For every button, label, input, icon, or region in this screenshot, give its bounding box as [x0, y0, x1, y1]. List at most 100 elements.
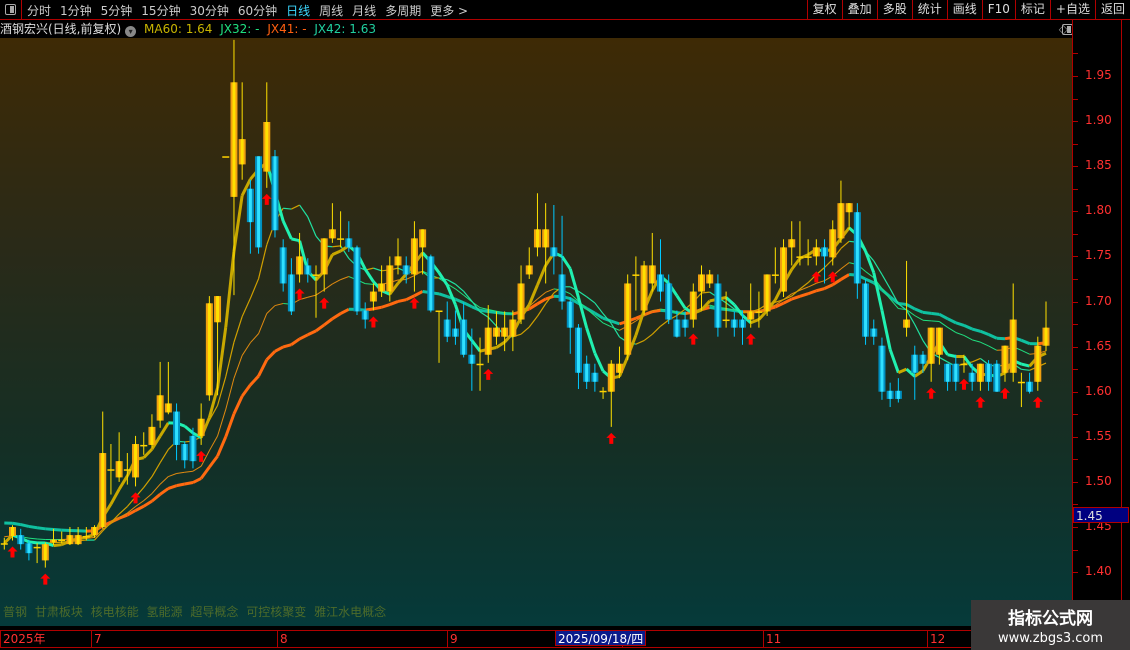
candle-body-highlight: [330, 229, 334, 239]
price-tick: [1073, 436, 1078, 438]
jx32-line: [791, 288, 801, 297]
tab-5min[interactable]: 5分钟: [101, 2, 133, 19]
ma-short-line: [109, 488, 121, 505]
candle-body-highlight: [347, 238, 351, 248]
time-label-jul: 7: [91, 631, 102, 647]
ma-long-line: [45, 527, 54, 532]
candle-body-highlight: [864, 283, 868, 337]
jx41-line: [307, 294, 317, 298]
candle-body-highlight: [782, 247, 786, 292]
candle-body-highlight: [675, 319, 679, 337]
ma-long-line: [397, 298, 407, 303]
jx32-line: [249, 278, 260, 299]
ma-short-line: [568, 268, 580, 298]
candle-doji: [435, 310, 443, 313]
jx41-line: [258, 313, 268, 334]
candle-doji: [722, 319, 730, 322]
ma-short-line: [28, 540, 38, 545]
candle-body-highlight: [609, 363, 613, 392]
tab-multi-period[interactable]: 多周期: [385, 2, 421, 19]
time-label-sep: 9: [447, 631, 458, 647]
ma-long-line: [159, 487, 170, 496]
jx41-line: [922, 319, 932, 322]
draw-line-button[interactable]: 画线: [946, 0, 982, 19]
ma-long-line: [307, 329, 317, 337]
candle-body-highlight: [68, 535, 72, 545]
price-tick-label: 1.40: [1085, 564, 1112, 579]
signal-arrow-icon: [368, 316, 379, 328]
price-tick: [1073, 98, 1078, 100]
candle-body-highlight: [355, 247, 359, 312]
restore-rights-button[interactable]: 复权: [806, 0, 842, 19]
jx32-line: [159, 449, 169, 464]
jx41-line: [315, 289, 325, 296]
tab-15min[interactable]: 15分钟: [141, 2, 180, 19]
jx41-line: [504, 312, 513, 314]
ma-short-line: [53, 543, 62, 548]
candle-body-highlight: [445, 319, 449, 337]
ma-long-line: [438, 292, 448, 299]
mark-button[interactable]: 标记: [1014, 0, 1050, 19]
tab-1min[interactable]: 1分钟: [60, 2, 92, 19]
f10-button[interactable]: F10: [981, 0, 1015, 19]
candle-body-highlight: [175, 411, 179, 445]
ma-short-line: [117, 475, 129, 491]
ma-long-line: [536, 297, 547, 306]
ma-long-line: [315, 323, 326, 333]
concept-tag[interactable]: 甘肃板块: [35, 605, 83, 619]
tab-daily[interactable]: 日线: [286, 2, 310, 19]
price-tick: [1073, 278, 1078, 280]
concept-tag[interactable]: 超导概念: [190, 605, 238, 619]
tab-60min[interactable]: 60分钟: [238, 2, 277, 19]
candle-body-highlight: [191, 435, 195, 462]
add-watchlist-button[interactable]: +自选: [1049, 0, 1095, 19]
candle-body-highlight: [847, 203, 851, 213]
candle-body-highlight: [486, 327, 490, 355]
ma-short-line: [495, 340, 506, 349]
tab-monthly[interactable]: 月线: [352, 2, 376, 19]
statistics-button[interactable]: 统计: [911, 0, 947, 19]
tab-more[interactable]: 更多 >: [430, 2, 468, 19]
price-tick: [1073, 414, 1078, 416]
overlay-button[interactable]: 叠加: [841, 0, 877, 19]
candle-body-highlight: [257, 156, 261, 248]
time-label-year: 2025年: [0, 631, 46, 647]
ma-long-line: [971, 327, 981, 333]
concept-tag[interactable]: 核电核能: [91, 605, 139, 619]
price-tick: [1073, 301, 1078, 303]
panel-toggle-icon[interactable]: [0, 0, 22, 19]
tab-fenshi[interactable]: 分时: [27, 2, 51, 19]
current-price-label: 1.45: [1073, 507, 1129, 523]
jx41-value: JX41: -: [267, 22, 307, 36]
multi-stock-button[interactable]: 多股: [876, 0, 912, 19]
candle-body-highlight: [790, 239, 794, 248]
candle-body-highlight: [642, 265, 646, 311]
tab-weekly[interactable]: 周线: [319, 2, 343, 19]
ma-long-line: [799, 292, 809, 298]
candle-body-highlight: [134, 444, 138, 478]
ma-short-line: [675, 294, 687, 310]
ma-long-line: [224, 413, 236, 438]
candle-body-highlight: [650, 265, 654, 284]
chevron-down-icon[interactable]: ▾: [125, 26, 137, 37]
concept-tag[interactable]: 可控核聚变: [246, 605, 306, 619]
price-tick: [1073, 233, 1078, 235]
kline-chart[interactable]: [0, 38, 1072, 626]
concept-tag[interactable]: 氢能源: [147, 605, 183, 619]
tab-30min[interactable]: 30分钟: [190, 2, 229, 19]
signal-arrow-icon: [7, 546, 18, 558]
ma-long-line: [249, 375, 260, 386]
candle-body-highlight: [535, 229, 539, 248]
ma-short-line: [947, 353, 957, 358]
stock-title: 酒钢宏兴(日线,前复权): [0, 22, 122, 36]
back-button[interactable]: 返回: [1094, 0, 1130, 19]
signal-arrow-icon: [483, 368, 494, 380]
candle-body-highlight: [421, 229, 425, 248]
ma-long-line: [184, 481, 194, 486]
concept-tag[interactable]: 普钢: [3, 605, 27, 619]
candle-doji: [107, 469, 115, 471]
price-tick: [1073, 211, 1078, 213]
candle-body-highlight: [494, 327, 498, 337]
concept-tag[interactable]: 雅江水电概念: [314, 605, 386, 619]
signal-arrow-icon: [999, 387, 1010, 399]
